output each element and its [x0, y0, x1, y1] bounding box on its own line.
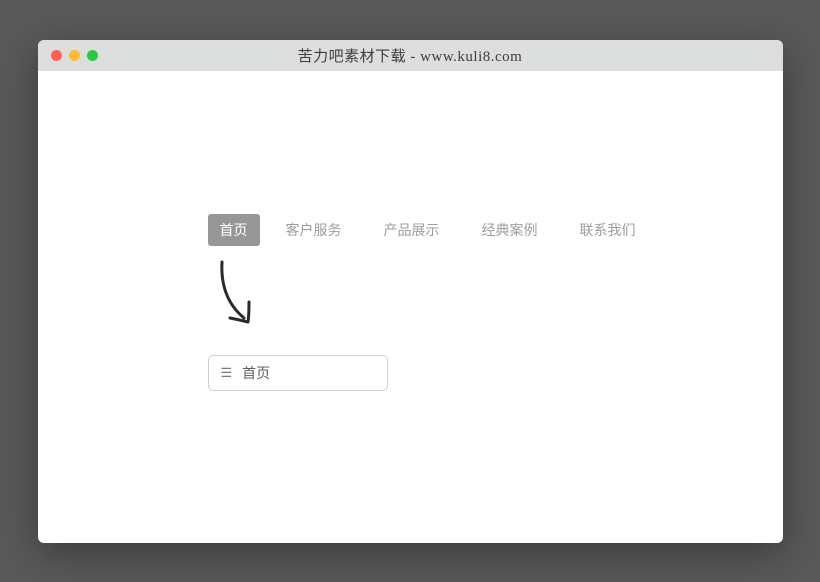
dropdown-menu[interactable]: ☰ 首页: [208, 355, 388, 391]
app-window: 苦力吧素材下载 - www.kuli8.com 首页 客户服务 产品展示 经典案…: [38, 40, 783, 543]
close-button[interactable]: [51, 50, 62, 61]
window-title: 苦力吧素材下载 - www.kuli8.com: [298, 45, 523, 66]
dropdown-selected-label: 首页: [242, 363, 270, 383]
minimize-button[interactable]: [69, 50, 80, 61]
arrow-illustration: [216, 260, 783, 337]
tab-customer-service[interactable]: 客户服务: [270, 214, 358, 246]
traffic-lights: [51, 50, 98, 61]
content-area: 首页 客户服务 产品展示 经典案例 联系我们 ☰ 首页: [38, 71, 783, 543]
tab-home[interactable]: 首页: [208, 214, 260, 246]
maximize-button[interactable]: [87, 50, 98, 61]
hamburger-icon: ☰: [221, 366, 233, 379]
tab-contact-us[interactable]: 联系我们: [564, 214, 652, 246]
tab-classic-cases[interactable]: 经典案例: [466, 214, 554, 246]
nav-tabs: 首页 客户服务 产品展示 经典案例 联系我们: [208, 214, 783, 246]
titlebar: 苦力吧素材下载 - www.kuli8.com: [38, 40, 783, 71]
tab-product-display[interactable]: 产品展示: [368, 214, 456, 246]
